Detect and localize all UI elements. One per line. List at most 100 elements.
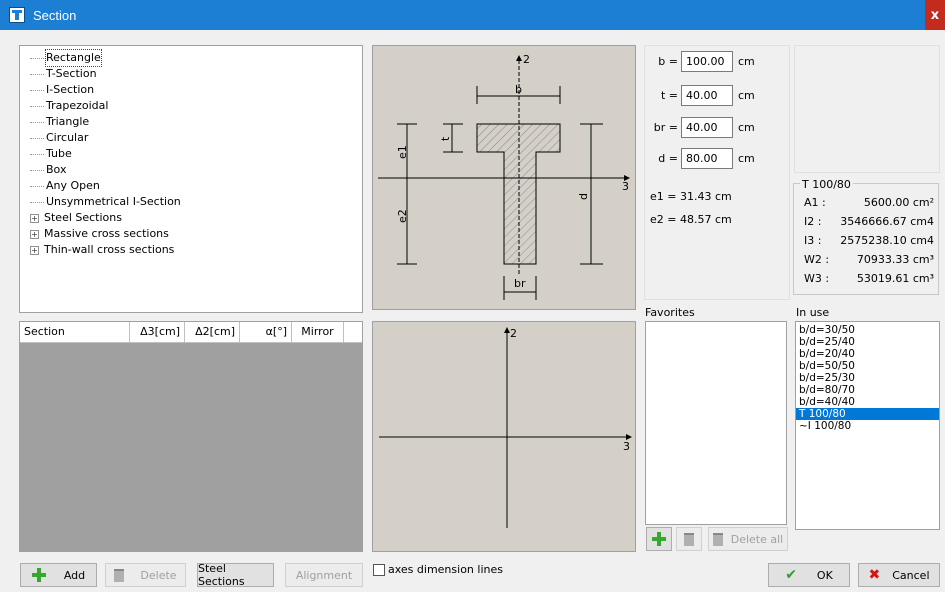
label-t: t [439, 136, 452, 141]
tree-item[interactable]: Unsymmetrical I-Section [30, 194, 362, 210]
favorites-delete-all-button[interactable]: Delete all [708, 527, 788, 551]
axes-dimension-lines-checkbox[interactable] [373, 563, 385, 576]
tree-connector [30, 201, 44, 203]
tree-connector [30, 73, 44, 75]
plus-icon [31, 568, 46, 582]
tree-item[interactable]: Box [30, 162, 362, 178]
tree-item-label: Trapezoidal [46, 99, 109, 112]
expand-icon[interactable]: + [30, 213, 39, 223]
param-br-label: br = [653, 121, 678, 134]
tree-item[interactable]: Tube [30, 146, 362, 162]
in-use-item[interactable]: b/d=40/40 [796, 396, 939, 408]
param-b-input[interactable] [681, 51, 733, 72]
info-area [794, 45, 940, 173]
tree-connector [30, 89, 44, 91]
add-button[interactable]: Add [20, 563, 97, 587]
tree-connector [30, 57, 44, 59]
app-icon [9, 7, 25, 23]
in-use-item[interactable]: b/d=25/40 [796, 336, 939, 348]
property-name: A1 : [804, 196, 826, 209]
label-lower-axis2: 2 [510, 327, 517, 340]
delete-button[interactable]: Delete [105, 563, 186, 587]
property-value: 3546666.67 cm4 [840, 215, 934, 228]
property-row: A1 : 5600.00 cm² [804, 196, 934, 209]
section-grid[interactable]: Section Δ3[cm] Δ2[cm] α[°] Mirror [19, 321, 363, 552]
favorites-list[interactable] [645, 321, 787, 525]
in-use-item[interactable]: b/d=80/70 [796, 384, 939, 396]
col-delta3[interactable]: Δ3[cm] [130, 322, 185, 342]
param-br-input[interactable] [681, 117, 733, 138]
tree-item[interactable]: Trapezoidal [30, 98, 362, 114]
section-drawing: 2 3 b t e1 e2 d br [372, 45, 636, 310]
title-bar: Section x [0, 0, 945, 30]
section-type-tree[interactable]: Rectangle T-Section I-Section Trapezoidal Tr… [19, 45, 363, 313]
tree-item[interactable]: T-Section [30, 66, 362, 82]
tree-item-label: Triangle [46, 115, 90, 128]
ok-button[interactable]: ✔ OK [768, 563, 850, 587]
delete-label: Delete [140, 568, 177, 582]
steel-sections-button[interactable]: Steel Sections [197, 562, 274, 588]
tree-item-label: Steel Sections [44, 211, 122, 224]
param-d-label: d = [658, 152, 678, 165]
cancel-button[interactable]: ✖ Cancel [858, 563, 940, 587]
expand-icon[interactable]: + [30, 245, 39, 255]
tree-item-label: Circular [46, 131, 89, 144]
col-alpha[interactable]: α[°] [240, 322, 292, 342]
col-delta2[interactable]: Δ2[cm] [185, 322, 240, 342]
in-use-item[interactable]: b/d=30/50 [796, 324, 939, 336]
ok-label: OK [816, 568, 833, 582]
param-t-input[interactable] [681, 85, 733, 106]
close-button[interactable]: x [925, 0, 945, 30]
in-use-list[interactable]: b/d=30/50 b/d=25/40 b/d=20/40 b/d=50/50 b/d=… [795, 321, 940, 530]
trash-icon [114, 568, 125, 582]
in-use-item[interactable]: b/d=20/40 [796, 348, 939, 360]
add-label: Add [63, 568, 86, 582]
favorites-add-button[interactable] [646, 527, 672, 551]
tree-item-label: Any Open [46, 179, 100, 192]
col-mirror[interactable]: Mirror [292, 322, 344, 342]
tree-item[interactable]: Circular [30, 130, 362, 146]
tree-connector [30, 105, 44, 107]
property-row: W2 : 70933.33 cm³ [804, 253, 934, 266]
property-value: 2575238.10 cm4 [840, 234, 934, 247]
property-name: W3 : [804, 272, 830, 285]
col-section[interactable]: Section [20, 322, 130, 342]
tree-item-label: Thin-wall cross sections [44, 243, 175, 256]
property-value: 5600.00 cm² [863, 196, 934, 209]
result-e1: e1 = 31.43 cm [650, 190, 732, 203]
param-d-unit: cm [738, 152, 755, 165]
property-name: I3 : [804, 234, 822, 247]
property-row: I2 : 3546666.67 cm4 [804, 215, 934, 228]
param-t-unit: cm [738, 89, 755, 102]
tree-item-label: T-Section [46, 67, 97, 80]
result-e2: e2 = 48.57 cm [650, 213, 732, 226]
in-use-item[interactable]: b/d=25/30 [796, 372, 939, 384]
tree-item[interactable]: + Steel Sections [30, 210, 362, 226]
tree-item[interactable]: + Thin-wall cross sections [30, 242, 362, 258]
property-name: I2 : [804, 215, 822, 228]
favorites-delete-button[interactable] [676, 527, 702, 551]
axes-dimension-lines-label: axes dimension lines [388, 563, 503, 576]
tree-connector [30, 137, 44, 139]
in-use-item[interactable]: b/d=50/50 [796, 360, 939, 372]
axes-dimension-lines-option[interactable]: axes dimension lines [373, 563, 503, 576]
label-e1: e1 [396, 145, 409, 159]
alignment-drawing: 2 3 [372, 321, 636, 552]
param-d-input[interactable] [681, 148, 733, 169]
tree-item[interactable]: + Massive cross sections [30, 226, 362, 242]
param-br-unit: cm [738, 121, 755, 134]
tree-item[interactable]: Triangle [30, 114, 362, 130]
tree-item-label: Box [46, 163, 67, 176]
expand-icon[interactable]: + [30, 229, 39, 239]
tree-item[interactable]: Rectangle [30, 49, 362, 67]
label-lower-axis3: 3 [623, 440, 630, 453]
tree-item[interactable]: Any Open [30, 178, 362, 194]
tree-item[interactable]: I-Section [30, 82, 362, 98]
in-use-item[interactable]: ~I 100/80 [796, 420, 939, 432]
alignment-button[interactable]: Alignment [285, 563, 363, 587]
label-b: b [515, 83, 522, 96]
param-t: t = cm [650, 85, 755, 106]
window-title: Section [33, 7, 77, 23]
in-use-item[interactable]: T 100/80 [796, 408, 939, 420]
property-row: I3 : 2575238.10 cm4 [804, 234, 934, 247]
